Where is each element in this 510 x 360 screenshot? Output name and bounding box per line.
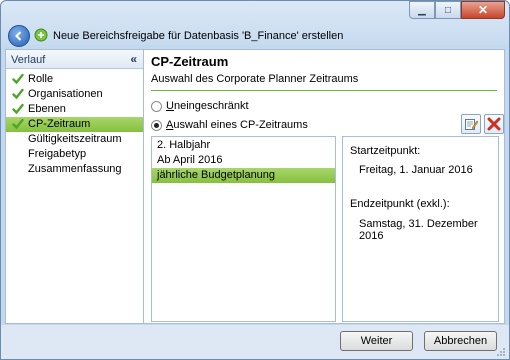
end-value: Samstag, 31. Dezember 2016 <box>359 218 478 242</box>
minimize-button[interactable]: ▁ <box>409 1 435 19</box>
radio-unrestricted-label[interactable]: Uneingeschränkt <box>166 100 249 112</box>
history-sidebar: Verlauf « Rolle Organisationen Ebenen CP-Ze… <box>6 50 144 323</box>
checkmark-icon <box>12 103 24 115</box>
sidebar-header-label: Verlauf <box>11 54 46 66</box>
sidebar-step-list: Rolle Organisationen Ebenen CP-Zeitraum Gült… <box>6 69 143 177</box>
title-bar: ▁ □ ✕ Neue Bereichsfreigabe für Datenbas… <box>1 1 509 47</box>
sidebar-item-label: Organisationen <box>28 88 103 100</box>
footer-bar: Weiter Abbrechen <box>1 325 509 359</box>
start-label: Startzeitpunkt: <box>350 145 421 157</box>
end-label: Endzeitpunkt (exkl.): <box>350 198 450 210</box>
sidebar-item-label: Rolle <box>28 73 54 85</box>
sidebar-item[interactable]: Ebenen <box>6 102 143 117</box>
title-divider <box>151 90 497 91</box>
sidebar-item-label: CP-Zeitraum <box>28 118 91 130</box>
maximize-button[interactable]: □ <box>435 1 461 19</box>
sidebar-item[interactable]: Rolle <box>6 72 143 87</box>
checkmark-icon <box>12 118 24 130</box>
radio-select-period-label[interactable]: Auswahl eines CP-Zeitraums <box>166 119 308 131</box>
radio-select-period[interactable]: Auswahl eines CP-Zeitraums <box>151 119 308 131</box>
period-list-item[interactable]: Ab April 2016 <box>152 153 335 168</box>
period-detail: Startzeitpunkt: Freitag, 1. Januar 2016 … <box>342 136 499 322</box>
radio-unrestricted[interactable]: Uneingeschränkt <box>151 100 249 112</box>
start-value: Freitag, 1. Januar 2016 <box>359 164 473 176</box>
sidebar-item[interactable]: Gültigkeitszeitraum <box>6 132 143 147</box>
sidebar-item[interactable]: Freigabetyp <box>6 147 143 162</box>
radio-unrestricted-circle[interactable] <box>151 100 162 112</box>
sidebar-item[interactable]: Organisationen <box>6 87 143 102</box>
close-button[interactable]: ✕ <box>461 1 505 19</box>
share-icon <box>34 28 48 42</box>
sidebar-item-label: Gültigkeitszeitraum <box>28 133 122 145</box>
sidebar-header: Verlauf « <box>6 50 143 69</box>
sidebar-item[interactable]: CP-Zeitraum <box>6 117 143 132</box>
page-title: CP-Zeitraum <box>151 54 229 69</box>
next-button[interactable]: Weiter <box>340 331 413 351</box>
wizard-window: ▁ □ ✕ Neue Bereichsfreigabe für Datenbas… <box>0 0 510 360</box>
collapse-sidebar-icon[interactable]: « <box>130 52 137 66</box>
period-list-item[interactable]: jährliche Budgetplanung <box>152 168 335 183</box>
resize-grip-icon[interactable] <box>496 347 506 357</box>
wizard-content: Verlauf « Rolle Organisationen Ebenen CP-Ze… <box>5 49 505 324</box>
sidebar-item-label: Freigabetyp <box>28 148 87 160</box>
edit-icon <box>465 119 478 130</box>
delete-period-button[interactable] <box>484 114 504 134</box>
checkmark-icon <box>12 88 24 100</box>
sidebar-item-label: Zusammenfassung <box>28 163 122 175</box>
radio-select-period-circle[interactable] <box>151 119 162 131</box>
page-subtitle: Auswahl des Corporate Planner Zeitraums <box>151 73 359 85</box>
delete-icon <box>487 117 501 131</box>
window-controls: ▁ □ ✕ <box>409 1 505 20</box>
edit-period-button[interactable] <box>461 114 481 134</box>
cancel-button[interactable]: Abbrechen <box>424 331 497 351</box>
back-button[interactable] <box>8 25 30 47</box>
checkmark-icon <box>12 73 24 85</box>
sidebar-item[interactable]: Zusammenfassung <box>6 162 143 177</box>
arrow-left-icon <box>15 31 22 41</box>
sidebar-item-label: Ebenen <box>28 103 66 115</box>
period-list: 2. Halbjahr Ab April 2016 jährliche Budget… <box>151 136 336 322</box>
period-list-item[interactable]: 2. Halbjahr <box>152 138 335 153</box>
step-panel: CP-Zeitraum Auswahl des Corporate Planne… <box>145 50 504 323</box>
window-title: Neue Bereichsfreigabe für Datenbasis 'B_… <box>53 30 344 42</box>
